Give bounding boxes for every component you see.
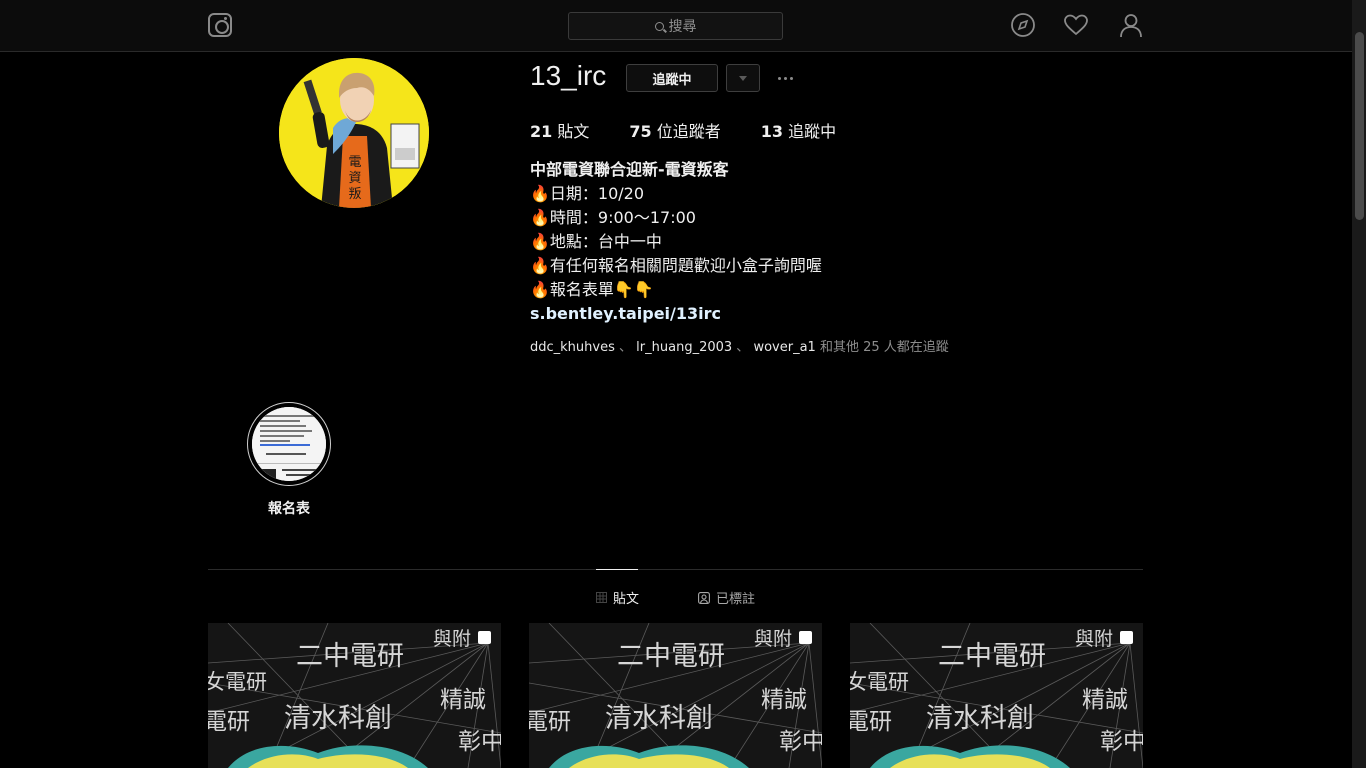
- avatar-illustration: 電 資 叛: [279, 58, 429, 208]
- profile-username: 13_irc: [530, 60, 607, 91]
- svg-text:清水科創: 清水科創: [284, 703, 392, 734]
- followed-by-text[interactable]: ddc_khuhves 、 lr_huang_2003 、 wover_a1 和…: [530, 336, 949, 355]
- svg-text:二中電研: 二中電研: [617, 641, 725, 672]
- highlight-thumbnail: [252, 407, 326, 481]
- svg-text:精誠: 精誠: [1082, 687, 1128, 713]
- profile-bio: 中部電資聯合迎新-電資叛客 🔥日期：10/20 🔥時間：9:00～17:00 🔥…: [530, 158, 822, 326]
- post-thumbnail[interactable]: 二中電研 與附 女電研 電研 清水科創 精誠 彰中: [208, 623, 501, 768]
- fire-icon: 🔥: [530, 280, 550, 299]
- post-image: 二中電研 與附 女電研 電研 清水科創 精誠 彰中: [850, 623, 1143, 768]
- story-highlight[interactable]: [247, 402, 331, 486]
- post-image: 二中電研 與附 女電研 電研 清水科創 精誠 彰中: [208, 623, 501, 768]
- svg-text:二中電研: 二中電研: [938, 641, 1046, 672]
- bio-line: 🔥日期：10/20: [530, 184, 645, 203]
- fire-icon: 🔥: [530, 184, 550, 203]
- grid-icon: [596, 592, 607, 603]
- highlight-image: [252, 407, 326, 481]
- search-icon: [654, 21, 664, 31]
- stat-following[interactable]: 13 追蹤中: [761, 118, 836, 142]
- chevron-down-icon: [739, 75, 747, 81]
- tabs-divider: [208, 569, 1143, 570]
- scrollbar-thumb[interactable]: [1355, 32, 1364, 220]
- post-thumbnail[interactable]: 二中電研 與附 女電研 電研 清水科創 精誠 彰中: [850, 623, 1143, 768]
- svg-text:與附: 與附: [1075, 628, 1113, 650]
- svg-text:精誠: 精誠: [761, 687, 807, 713]
- bio-line: 🔥報名表單👇👇: [530, 280, 654, 299]
- post-image: 二中電研 與附 電研 清水科創 精誠 彰中: [529, 623, 822, 768]
- bio-link[interactable]: s.bentley.taipei/13irc: [530, 302, 822, 326]
- svg-text:女電研: 女電研: [850, 670, 909, 694]
- page-scrollbar[interactable]: [1352, 0, 1366, 768]
- svg-text:叛: 叛: [348, 187, 361, 202]
- fire-icon: 🔥: [530, 208, 550, 227]
- following-button[interactable]: 追蹤中: [626, 64, 718, 92]
- fire-icon: 🔥: [530, 256, 550, 275]
- svg-text:電: 電: [348, 155, 361, 170]
- svg-text:精誠: 精誠: [440, 687, 486, 713]
- tab-tagged[interactable]: 已標註: [698, 588, 755, 607]
- tab-tagged-label: 已標註: [716, 592, 756, 607]
- svg-text:資: 資: [348, 171, 361, 186]
- svg-text:清水科創: 清水科創: [926, 703, 1034, 734]
- carousel-icon: [1120, 631, 1133, 644]
- svg-text:電研: 電研: [208, 709, 250, 735]
- svg-text:彰中: 彰中: [1100, 729, 1143, 755]
- bio-line: 🔥地點：台中一中: [530, 232, 662, 251]
- stat-followers[interactable]: 75 位追蹤者: [629, 118, 720, 142]
- svg-text:電研: 電研: [850, 709, 892, 735]
- tab-posts-label: 貼文: [613, 592, 640, 607]
- highlight-label[interactable]: 報名表: [240, 498, 338, 518]
- carousel-icon: [799, 631, 812, 644]
- carousel-icon: [478, 631, 491, 644]
- more-options-icon[interactable]: [774, 64, 796, 92]
- tagged-user-icon: [698, 591, 710, 604]
- suggestions-dropdown-button[interactable]: [726, 64, 760, 92]
- svg-text:彰中: 彰中: [458, 729, 501, 755]
- heart-icon[interactable]: [1063, 12, 1089, 38]
- compass-icon[interactable]: [1010, 12, 1036, 38]
- svg-text:女電研: 女電研: [208, 670, 267, 694]
- follower-username[interactable]: lr_huang_2003: [636, 340, 732, 355]
- svg-text:二中電研: 二中電研: [296, 641, 404, 672]
- follower-username[interactable]: ddc_khuhves: [530, 340, 615, 355]
- search-placeholder: 搜尋: [668, 19, 697, 35]
- profile-avatar[interactable]: 電 資 叛: [279, 58, 429, 208]
- post-thumbnail[interactable]: 二中電研 與附 電研 清水科創 精誠 彰中: [529, 623, 822, 768]
- instagram-logo-icon[interactable]: [208, 13, 232, 37]
- fire-icon: 🔥: [530, 232, 550, 251]
- svg-text:與附: 與附: [433, 628, 471, 650]
- svg-text:與附: 與附: [754, 628, 792, 650]
- tab-posts[interactable]: 貼文: [596, 569, 640, 607]
- search-input[interactable]: 搜尋: [568, 12, 783, 40]
- user-icon[interactable]: [1118, 12, 1144, 38]
- stat-posts: 21 貼文: [530, 122, 590, 141]
- bio-line: 🔥時間：9:00～17:00: [530, 208, 696, 227]
- svg-text:電研: 電研: [529, 709, 571, 735]
- top-nav: 搜尋: [0, 0, 1352, 52]
- profile-stats: 21 貼文 75 位追蹤者 13 追蹤中: [530, 118, 876, 142]
- svg-text:清水科創: 清水科創: [605, 703, 713, 734]
- svg-text:彰中: 彰中: [779, 729, 822, 755]
- follower-username[interactable]: wover_a1: [753, 340, 815, 355]
- bio-title: 中部電資聯合迎新-電資叛客: [530, 160, 729, 179]
- bio-line: 🔥有任何報名相關問題歡迎小盒子詢問喔: [530, 256, 822, 275]
